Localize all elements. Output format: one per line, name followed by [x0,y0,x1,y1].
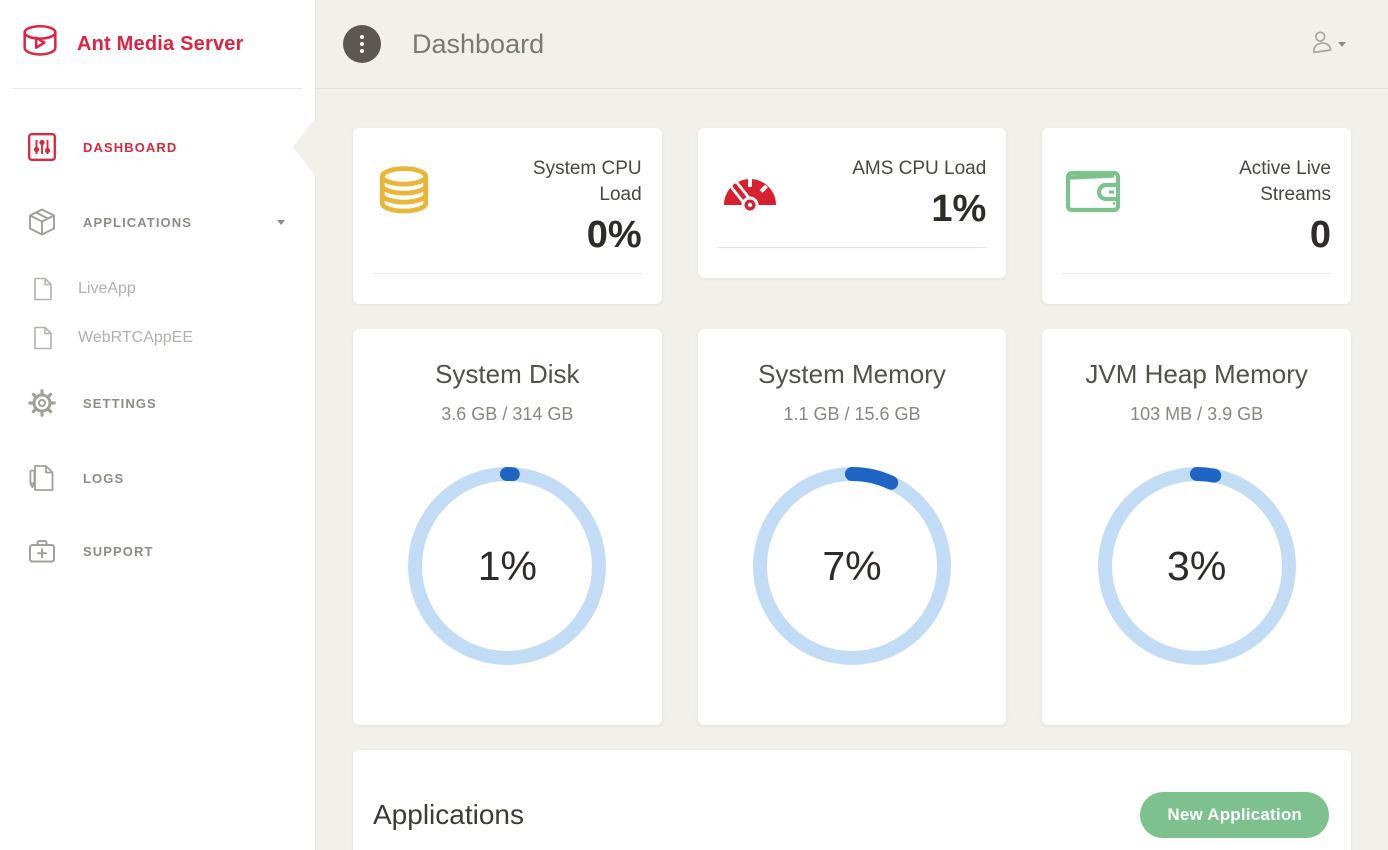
gauge-title: JVM Heap Memory [1062,359,1331,390]
sidebar-item-settings[interactable]: SETTINGS [0,377,315,429]
stat-card-title: Active Live Streams [1191,156,1331,208]
donut-gauge: 7% [752,466,952,666]
gauge-subtitle: 1.1 GB / 15.6 GB [718,404,987,425]
database-icon [373,164,435,229]
gauge-title: System Memory [718,359,987,390]
stat-card-value: 0 [1124,214,1331,257]
log-document-icon [27,463,57,493]
support-kit-icon [27,536,57,566]
sidebar-item-support[interactable]: SUPPORT [0,525,315,577]
gauge-cards-row: System Disk 3.6 GB / 314 GB 1% System Me… [353,329,1351,725]
speedometer-icon [718,164,782,219]
sidebar-item-label: WebRTCAppEE [78,329,193,347]
stat-card-value: 0% [435,214,642,257]
page-title: Dashboard [412,29,544,60]
sidebar-item-label: LOGS [83,471,124,486]
file-icon [32,326,53,350]
brand-logo[interactable]: Ant Media Server [0,0,315,88]
user-icon [1308,29,1334,60]
stat-card-active-live-streams: Active Live Streams 0 [1042,128,1351,304]
brand-name: Ant Media Server [77,33,244,56]
applications-section: Applications New Application [353,750,1351,850]
stat-card-title: AMS CPU Load [846,156,986,182]
stat-card-system-cpu-load: System CPU Load 0% [353,128,662,304]
applications-title: Applications [373,799,524,831]
stat-card-title: System CPU Load [502,156,642,208]
gear-icon [27,388,57,418]
sidebar-item-label: APPLICATIONS [83,215,192,230]
gauge-percent-label: 7% [752,466,952,666]
gauge-subtitle: 3.6 GB / 314 GB [373,404,642,425]
dashboard-sliders-icon [27,132,57,162]
gauge-subtitle: 103 MB / 3.9 GB [1062,404,1331,425]
chevron-down-icon [277,220,285,225]
gauge-title: System Disk [373,359,642,390]
gauge-percent-label: 1% [407,466,607,666]
donut-gauge: 1% [407,466,607,666]
chevron-down-icon [1338,42,1346,47]
sidebar-item-label: SETTINGS [83,396,157,411]
dashboard-content: System CPU Load 0% [316,89,1388,850]
stat-card-ams-cpu-load: AMS CPU Load 1% [698,128,1007,278]
sidebar-nav: DASHBOARD APPLICATIONS LiveAp [0,89,315,577]
ant-media-logo-icon [17,19,63,70]
sidebar-item-label: DASHBOARD [83,140,177,155]
top-bar: Dashboard [316,0,1388,89]
sidebar-item-webrtcappee[interactable]: WebRTCAppEE [0,315,315,361]
gauge-card-jvm-heap-memory: JVM Heap Memory 103 MB / 3.9 GB 3% [1042,329,1351,725]
new-application-button[interactable]: New Application [1140,792,1329,838]
main-area: Dashboard [316,0,1388,850]
gauge-percent-label: 3% [1097,466,1297,666]
gauge-card-system-memory: System Memory 1.1 GB / 15.6 GB 7% [698,329,1007,725]
kebab-menu-icon[interactable] [343,25,381,63]
user-menu[interactable] [1308,29,1346,60]
sidebar-item-label: LiveApp [78,280,136,298]
stat-card-value: 1% [782,188,987,231]
sidebar-item-dashboard[interactable]: DASHBOARD [0,121,315,173]
gauge-card-system-disk: System Disk 3.6 GB / 314 GB 1% [353,329,662,725]
active-item-notch [293,117,316,177]
sidebar-item-label: SUPPORT [83,544,154,559]
sidebar-item-applications[interactable]: APPLICATIONS [0,196,315,248]
sidebar-item-logs[interactable]: LOGS [0,452,315,504]
sidebar-item-liveapp[interactable]: LiveApp [0,266,315,312]
stat-cards-row: System CPU Load 0% [353,128,1351,304]
wallet-icon [1062,164,1124,221]
file-icon [32,277,53,301]
donut-gauge: 3% [1097,466,1297,666]
package-box-icon [27,207,57,237]
sidebar: Ant Media Server DASHBOARD [0,0,316,850]
